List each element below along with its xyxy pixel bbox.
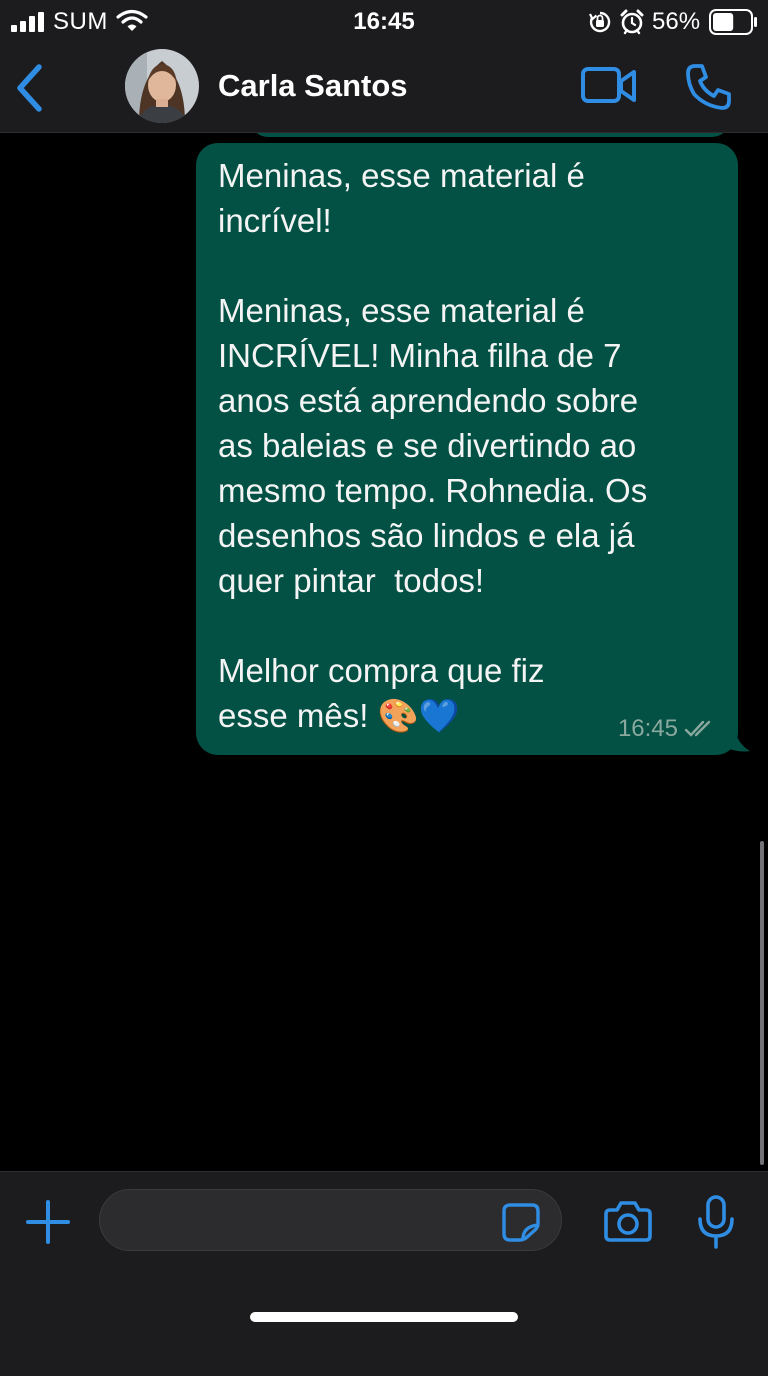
microphone-icon <box>698 1195 734 1249</box>
message-time: 16:45 <box>617 715 678 742</box>
outgoing-message-bubble[interactable]: Meninas, esse material é incrível! Menin… <box>196 143 738 755</box>
video-call-button[interactable] <box>580 64 638 108</box>
status-bar: SUM 16:45 56% <box>0 0 768 44</box>
orientation-lock-icon <box>588 10 612 39</box>
message-meta: 16:45 <box>618 715 718 743</box>
sticker-icon <box>502 1203 540 1242</box>
scrollbar[interactable] <box>760 841 764 1165</box>
video-camera-icon <box>581 67 636 103</box>
home-indicator[interactable] <box>250 1312 518 1322</box>
message-input-bar <box>0 1171 768 1376</box>
battery-percentage: 56% <box>652 8 701 35</box>
bubble-tail <box>722 725 750 752</box>
camera-button[interactable] <box>602 1198 654 1244</box>
sticker-button[interactable] <box>500 1202 542 1242</box>
contact-name[interactable]: Carla Santos <box>218 68 408 104</box>
attach-button[interactable] <box>24 1198 72 1246</box>
voice-message-button[interactable] <box>695 1194 737 1250</box>
chat-screen: SUM 16:45 56% Carla Santos Meninas, esse… <box>0 0 768 1376</box>
plus-icon <box>26 1200 70 1244</box>
previous-message-bubble[interactable] <box>250 133 730 137</box>
message-list[interactable]: Meninas, esse material é incrível! Menin… <box>0 133 768 1170</box>
message-input-container[interactable] <box>99 1189 562 1252</box>
back-button[interactable] <box>10 60 50 116</box>
battery-icon <box>709 9 759 40</box>
message-input[interactable] <box>120 1190 494 1252</box>
phone-icon <box>686 64 731 110</box>
message-text: Meninas, esse material é incrível! Menin… <box>218 157 648 734</box>
back-chevron-icon <box>17 64 42 112</box>
alarm-icon <box>620 9 644 40</box>
contact-avatar[interactable] <box>125 49 199 123</box>
chat-header: Carla Santos <box>0 44 768 133</box>
double-check-icon <box>684 720 711 737</box>
voice-call-button[interactable] <box>684 62 734 112</box>
camera-icon <box>604 1201 652 1242</box>
